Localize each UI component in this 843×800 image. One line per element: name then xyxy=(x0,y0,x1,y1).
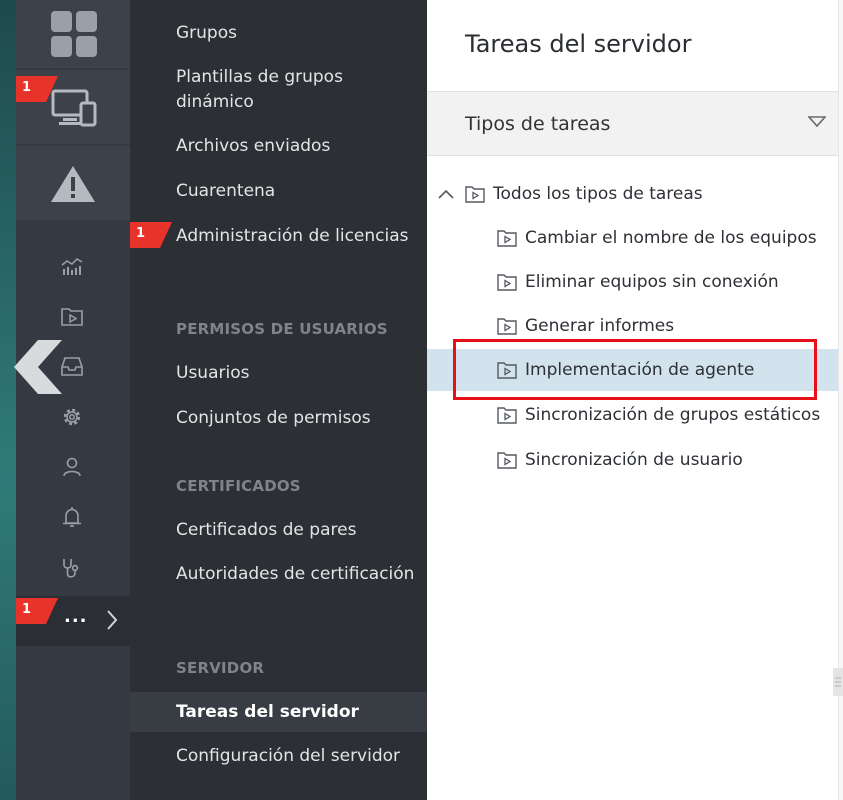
section-certificates: CERTIFICADOS xyxy=(176,477,301,495)
nav-item-license-management[interactable]: Administración de licencias xyxy=(176,224,416,249)
tree-root-row[interactable]: Todos los tipos de tareas xyxy=(437,174,832,214)
more-badge: 1 xyxy=(16,598,58,626)
tree-item-rename-devices[interactable]: Cambiar el nombre de los equipos xyxy=(497,218,837,258)
nav-item-dynamic-group-templates[interactable]: Plantillas de grupos dinámico xyxy=(176,65,416,115)
content-panel: Tareas del servidor Tipos de tareas Todo… xyxy=(427,0,838,800)
task-types-label: Tipos de tareas xyxy=(465,113,611,135)
tree-item-label: Cambiar el nombre de los equipos xyxy=(525,228,817,248)
play-folder-icon xyxy=(497,230,517,247)
dashboard-icon xyxy=(51,11,97,57)
nav-item-quarantine[interactable]: Cuarentena xyxy=(176,179,416,204)
tree-item-label: Generar informes xyxy=(525,316,675,336)
section-server: SERVIDOR xyxy=(176,659,265,677)
nav-item-groups[interactable]: Grupos xyxy=(176,21,416,46)
tree-item-label: Implementación de agente xyxy=(525,360,755,380)
alert-icon xyxy=(51,166,95,202)
nav-item-permission-sets[interactable]: Conjuntos de permisos xyxy=(176,406,416,431)
tree-item-label: Sincronización de usuario xyxy=(525,450,743,470)
nav-item-certification-authorities[interactable]: Autoridades de certificación xyxy=(176,562,416,587)
more-tile[interactable]: 1 ... xyxy=(16,596,130,646)
chart-icon[interactable] xyxy=(61,256,83,276)
tree-item-label: Eliminar equipos sin conexión xyxy=(525,272,779,292)
dashboard-tile[interactable] xyxy=(16,0,130,68)
play-folder-icon xyxy=(497,452,517,469)
play-folder-icon xyxy=(497,274,517,291)
nav-item-server-tasks[interactable]: Tareas del servidor xyxy=(176,700,416,725)
tree-item-generate-reports[interactable]: Generar informes xyxy=(497,306,837,346)
inbox-icon[interactable] xyxy=(61,356,83,376)
user-icon[interactable] xyxy=(61,456,83,478)
tree-item-delete-offline-devices[interactable]: Eliminar equipos sin conexión xyxy=(497,262,837,302)
task-types-header[interactable]: Tipos de tareas xyxy=(427,91,838,156)
nav-item-users[interactable]: Usuarios xyxy=(176,361,416,386)
alerts-tile[interactable] xyxy=(16,146,130,220)
more-badge-count: 1 xyxy=(22,602,32,617)
background-strip xyxy=(0,0,16,800)
license-badge: 1 xyxy=(130,222,172,250)
nav-item-uploaded-files[interactable]: Archivos enviados xyxy=(176,134,416,159)
chevron-up-icon[interactable] xyxy=(437,188,455,200)
page-title: Tareas del servidor xyxy=(465,30,692,58)
devices-badge-count: 1 xyxy=(22,80,32,95)
tree-item-sync-static-groups[interactable]: Sincronización de grupos estáticos xyxy=(497,395,837,435)
tree-item-agent-deployment[interactable]: Implementación de agente xyxy=(427,349,838,391)
icon-rail: 1 1 ... xyxy=(16,0,130,800)
play-folder-icon xyxy=(497,362,517,379)
play-folder-icon xyxy=(497,318,517,335)
nav-item-server-settings[interactable]: Configuración del servidor xyxy=(176,744,416,769)
back-arrow-icon[interactable] xyxy=(14,340,62,394)
gear-icon[interactable] xyxy=(61,406,83,428)
devices-badge: 1 xyxy=(16,76,58,104)
tree-root-label: Todos los tipos de tareas xyxy=(493,184,703,204)
section-user-permissions: PERMISOS DE USUARIOS xyxy=(176,320,388,338)
tree-item-user-sync[interactable]: Sincronización de usuario xyxy=(497,440,837,480)
license-badge-count: 1 xyxy=(136,226,146,241)
more-label: ... xyxy=(64,606,88,627)
resize-grip-icon[interactable] xyxy=(833,668,843,696)
nav-item-peer-certificates[interactable]: Certificados de pares xyxy=(176,518,416,543)
bell-icon[interactable] xyxy=(61,506,83,530)
play-folder-icon xyxy=(465,186,485,203)
chevron-right-icon xyxy=(107,610,118,630)
play-folder-icon xyxy=(497,407,517,424)
play-folder-icon[interactable] xyxy=(61,306,83,326)
devices-tile[interactable]: 1 xyxy=(16,70,130,144)
navigation-menu: Grupos Plantillas de grupos dinámico Arc… xyxy=(130,0,427,800)
dropdown-triangle-icon[interactable] xyxy=(808,116,826,128)
tree-item-label: Sincronización de grupos estáticos xyxy=(525,405,821,425)
stethoscope-icon[interactable] xyxy=(61,557,83,581)
